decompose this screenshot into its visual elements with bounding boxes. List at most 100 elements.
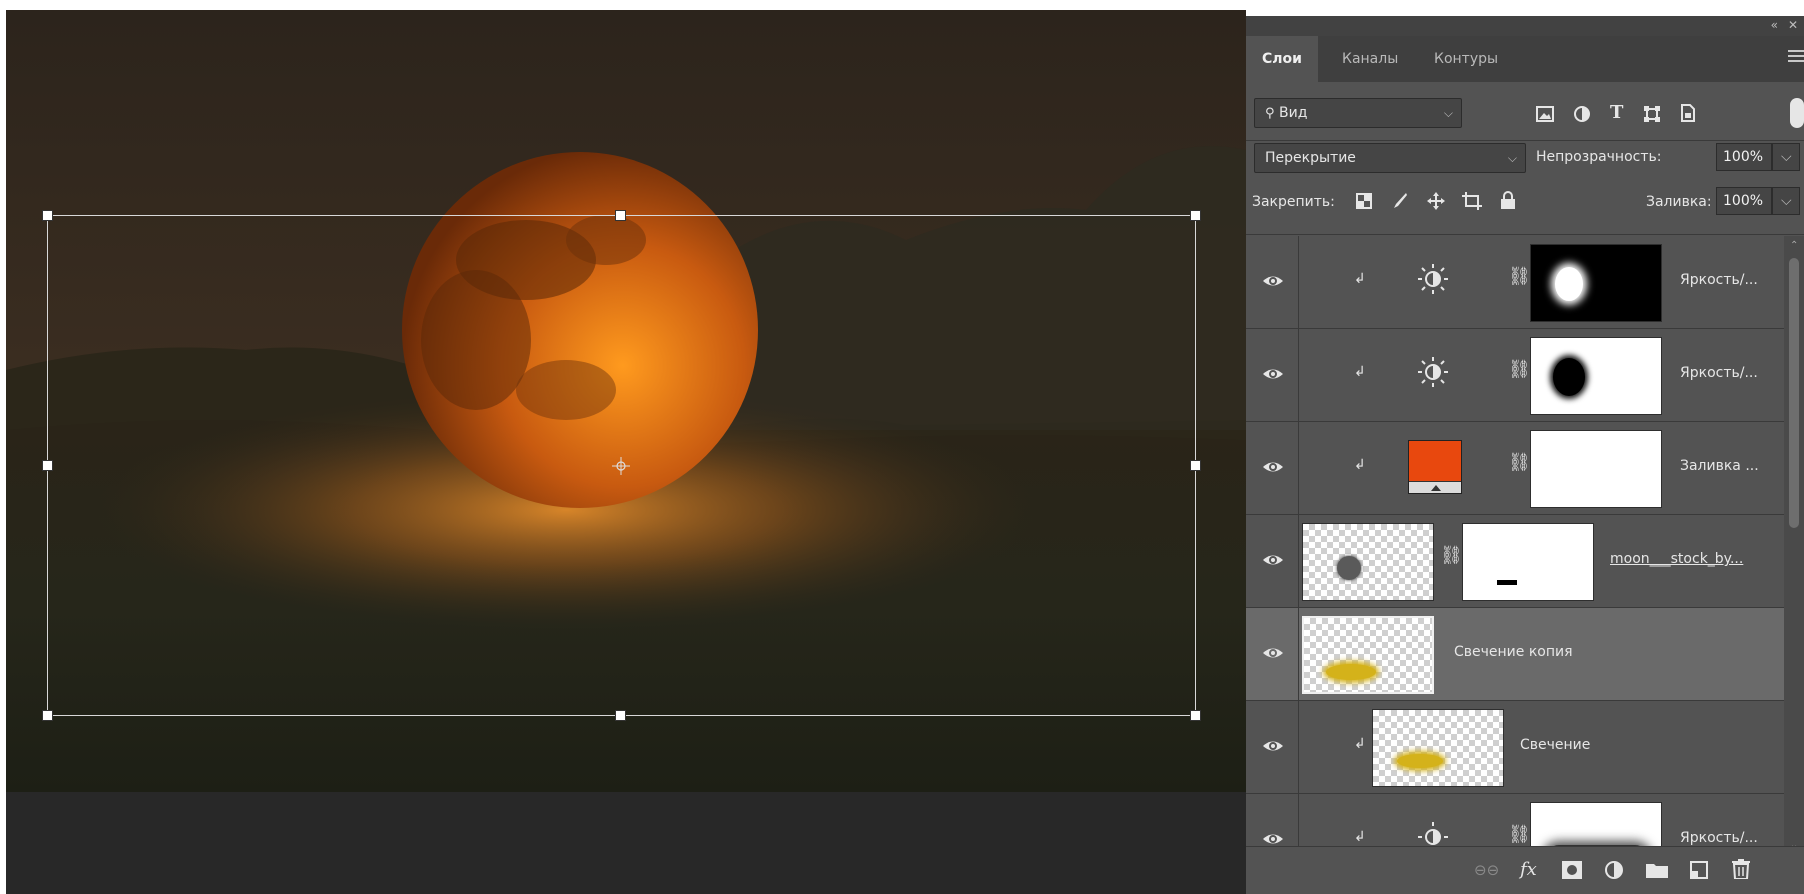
- divider: [1298, 515, 1299, 608]
- lock-image-pixels-icon[interactable]: [1390, 192, 1408, 210]
- layer-mask-thumbnail[interactable]: [1530, 337, 1662, 415]
- divider: [1298, 422, 1299, 515]
- clipping-arrow-icon: ↲: [1354, 829, 1366, 845]
- layers-bottom-toolbar: ⊖⊖ fx: [1246, 846, 1804, 894]
- divider: [1246, 234, 1804, 235]
- panel-title-bar: « ✕: [1246, 16, 1804, 36]
- tab-paths[interactable]: Контуры: [1418, 36, 1514, 82]
- transform-center-point-icon[interactable]: [610, 455, 632, 477]
- layer-row[interactable]: ↲ ⛓ Заливка ...: [1246, 422, 1784, 515]
- fill-input[interactable]: 100%: [1716, 187, 1772, 215]
- divider: [1298, 701, 1299, 794]
- collapse-panel-icon[interactable]: «: [1771, 18, 1778, 32]
- layer-name[interactable]: moon___stock_by...: [1610, 551, 1743, 567]
- panel-menu-icon[interactable]: [1788, 50, 1804, 64]
- lock-label: Закрепить:: [1252, 194, 1335, 210]
- layer-list: ↲ ⛓ Яркость/... ↲ ⛓ Яркость/... ↲ ⛓ Зали…: [1246, 236, 1784, 864]
- divider: [1246, 140, 1804, 141]
- tab-channels[interactable]: Каналы: [1326, 36, 1414, 82]
- layer-name[interactable]: Яркость/...: [1680, 365, 1758, 381]
- opacity-label: Непрозрачность:: [1536, 149, 1662, 165]
- lock-artboard-icon[interactable]: [1462, 192, 1482, 210]
- opacity-slider-toggle[interactable]: ⌵: [1772, 143, 1800, 171]
- layer-name[interactable]: Свечение: [1520, 737, 1590, 753]
- visibility-eye-icon[interactable]: [1262, 456, 1284, 478]
- lock-transparent-pixels-icon[interactable]: [1356, 193, 1372, 209]
- divider: [1298, 329, 1299, 422]
- close-panel-icon[interactable]: ✕: [1788, 18, 1798, 32]
- brightness-adjustment-icon[interactable]: [1416, 355, 1450, 389]
- transform-handle-bottom-right[interactable]: [1190, 710, 1201, 721]
- transform-handle-middle-left[interactable]: [42, 460, 53, 471]
- visibility-eye-icon[interactable]: [1262, 270, 1284, 292]
- layers-panel: « ✕ Слои Каналы Контуры ⚲ Вид ⌵ T Перекр…: [1246, 16, 1804, 894]
- transform-handle-bottom-left[interactable]: [42, 710, 53, 721]
- search-icon: ⚲: [1265, 106, 1275, 121]
- delete-layer-icon[interactable]: [1732, 859, 1750, 879]
- blend-mode-dropdown[interactable]: Перекрытие ⌵: [1254, 143, 1526, 173]
- layer-row[interactable]: ↲ Свечение: [1246, 701, 1784, 794]
- lock-all-icon[interactable]: [1500, 191, 1516, 209]
- transform-handle-top-center[interactable]: [615, 210, 626, 221]
- shape-filter-icon[interactable]: [1644, 106, 1660, 122]
- clipping-arrow-icon: ↲: [1354, 736, 1366, 752]
- clipping-arrow-icon: ↲: [1354, 364, 1366, 380]
- add-mask-icon[interactable]: [1562, 861, 1582, 879]
- filter-kind-label: Вид: [1278, 105, 1308, 121]
- mask-link-icon[interactable]: ⛓: [1508, 452, 1531, 473]
- visibility-eye-icon[interactable]: [1262, 735, 1284, 757]
- fill-slider-toggle[interactable]: ⌵: [1772, 187, 1800, 215]
- opacity-input[interactable]: 100%: [1716, 143, 1772, 171]
- visibility-eye-icon[interactable]: [1262, 363, 1284, 385]
- layer-thumbnail[interactable]: [1302, 616, 1434, 694]
- layer-row[interactable]: ↲ ⛓ Яркость/...: [1246, 329, 1784, 422]
- blend-mode-value: Перекрытие: [1265, 150, 1356, 166]
- mask-link-icon[interactable]: ⛓: [1508, 824, 1531, 845]
- layer-list-scrollbar[interactable]: ⌃ ⌄: [1784, 236, 1804, 864]
- fill-color-swatch[interactable]: [1408, 440, 1462, 494]
- transform-handle-top-left[interactable]: [42, 210, 53, 221]
- layer-mask-thumbnail[interactable]: [1462, 523, 1594, 601]
- fill-label: Заливка:: [1646, 194, 1712, 210]
- layer-name[interactable]: Свечение копия: [1454, 644, 1573, 660]
- link-layers-icon[interactable]: ⊖⊖: [1474, 861, 1499, 879]
- chevron-down-icon: ⌵: [1443, 106, 1453, 120]
- document-canvas[interactable]: [6, 10, 1246, 792]
- visibility-eye-icon[interactable]: [1262, 642, 1284, 664]
- transform-handle-middle-right[interactable]: [1190, 460, 1201, 471]
- layer-thumbnail[interactable]: [1372, 709, 1504, 787]
- brightness-adjustment-icon[interactable]: [1416, 262, 1450, 296]
- layer-mask-thumbnail[interactable]: [1530, 430, 1662, 508]
- smart-object-filter-icon[interactable]: [1680, 104, 1696, 122]
- layer-name[interactable]: Заливка ...: [1680, 458, 1759, 474]
- layer-mask-thumbnail[interactable]: [1530, 244, 1662, 322]
- filter-toggle-switch[interactable]: [1790, 98, 1804, 128]
- visibility-eye-icon[interactable]: [1262, 549, 1284, 571]
- mask-link-icon[interactable]: ⛓: [1508, 266, 1531, 287]
- tab-layers[interactable]: Слои: [1246, 36, 1318, 82]
- layer-thumbnail[interactable]: [1302, 523, 1434, 601]
- layer-filter-dropdown[interactable]: ⚲ Вид ⌵: [1254, 98, 1462, 128]
- layer-name[interactable]: Яркость/...: [1680, 272, 1758, 288]
- divider: [1298, 608, 1299, 701]
- lock-position-icon[interactable]: [1426, 191, 1446, 211]
- clipping-arrow-icon: ↲: [1354, 271, 1366, 287]
- layer-row[interactable]: ⛓ moon___stock_by...: [1246, 515, 1784, 608]
- type-filter-icon[interactable]: T: [1610, 102, 1623, 123]
- scrollbar-thumb[interactable]: [1789, 258, 1799, 528]
- new-adjustment-icon[interactable]: [1604, 860, 1624, 880]
- adjustment-filter-icon[interactable]: [1574, 106, 1590, 122]
- new-group-icon[interactable]: [1646, 862, 1668, 878]
- transform-handle-bottom-center[interactable]: [615, 710, 626, 721]
- image-filter-icon[interactable]: [1536, 106, 1554, 122]
- layer-row[interactable]: ↲ ⛓ Яркость/...: [1246, 236, 1784, 329]
- fx-icon[interactable]: fx: [1520, 859, 1537, 880]
- layer-row-selected[interactable]: Свечение копия: [1246, 608, 1784, 701]
- mask-link-icon[interactable]: ⛓: [1508, 359, 1531, 380]
- new-layer-icon[interactable]: [1690, 861, 1708, 879]
- divider: [1298, 236, 1299, 329]
- mask-link-icon[interactable]: ⛓: [1440, 545, 1463, 566]
- transform-handle-top-right[interactable]: [1190, 210, 1201, 221]
- layer-name[interactable]: Яркость/...: [1680, 830, 1758, 846]
- clipping-arrow-icon: ↲: [1354, 457, 1366, 473]
